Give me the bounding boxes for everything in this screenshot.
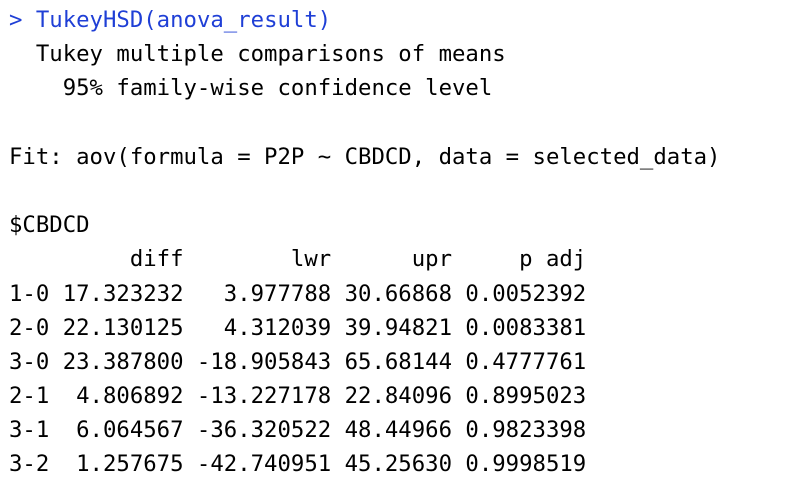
- table-row: 1-0 17.323232 3.977788 30.66868 0.005239…: [9, 280, 587, 307]
- r-console-output: > TukeyHSD(anova_result) Tukey multiple …: [9, 3, 789, 482]
- prompt-symbol: >: [9, 7, 36, 33]
- command-line[interactable]: > TukeyHSD(anova_result): [9, 3, 789, 37]
- fit-formula-line: Fit: aov(formula = P2P ~ CBDCD, data = s…: [9, 143, 721, 170]
- table-row: 3-2 1.257675 -42.740951 45.25630 0.99985…: [9, 451, 587, 478]
- table-row: 2-0 22.130125 4.312039 39.94821 0.008338…: [9, 314, 587, 341]
- group-label: $CBDCD: [9, 212, 90, 239]
- table-header: diff lwr upr p adj: [9, 246, 587, 273]
- table-row: 2-1 4.806892 -13.227178 22.84096 0.89950…: [9, 383, 587, 410]
- table-row: 3-0 23.387800 -18.905843 65.68144 0.4777…: [9, 348, 587, 375]
- table-row: 3-1 6.064567 -36.320522 48.44966 0.98233…: [9, 417, 587, 444]
- confidence-level-line: 95% family-wise confidence level: [9, 75, 493, 102]
- command-text[interactable]: TukeyHSD(anova_result): [36, 7, 331, 33]
- output-title: Tukey multiple comparisons of means: [9, 41, 506, 68]
